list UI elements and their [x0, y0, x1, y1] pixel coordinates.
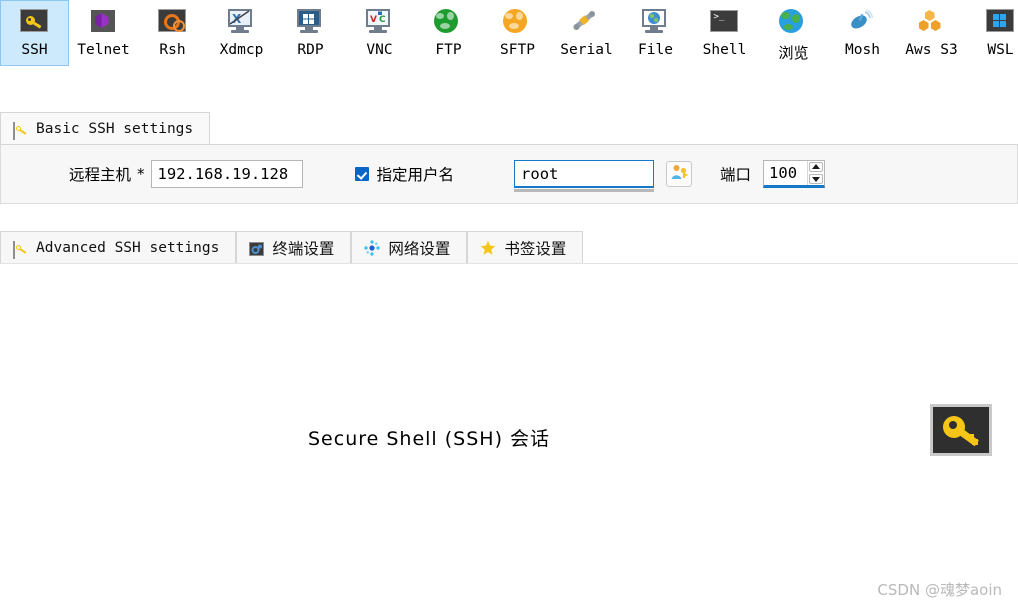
toolbar-item-label: WSL — [987, 42, 1014, 58]
toolbar-item-label: RDP — [297, 42, 324, 58]
key-icon — [13, 121, 28, 140]
star-icon — [480, 240, 496, 256]
toolbar-item-telnet[interactable]: Telnet — [69, 0, 138, 66]
toolbar-item-sftp[interactable]: SFTP — [483, 0, 552, 66]
toolbar-item-shell[interactable]: >_ Shell — [690, 0, 759, 66]
required-marker: * — [137, 165, 145, 183]
tab-label: Basic SSH settings — [36, 121, 194, 137]
toolbar-item-serial[interactable]: Serial — [552, 0, 621, 66]
satellite-icon — [848, 6, 878, 36]
orange-globe-icon — [502, 6, 533, 36]
network-dots-icon — [364, 240, 381, 256]
toolbar-item-label: VNC — [366, 42, 393, 58]
arrow-up-icon — [812, 164, 821, 169]
windows-monitor-icon — [296, 6, 326, 36]
tab-label: 网络设置 — [388, 240, 451, 258]
port-spinner-buttons — [807, 161, 824, 185]
toolbar-item-label: Aws S3 — [905, 42, 958, 58]
toolbar-item-label: 浏览 — [778, 44, 809, 62]
remote-host-input[interactable] — [150, 160, 303, 188]
toolbar-item-label: Rsh — [159, 42, 186, 58]
basic-ssh-settings-panel: 远程主机 * 指定用户名 端口 — [0, 144, 1018, 204]
wsl-windows-icon — [985, 6, 1016, 36]
tab-advanced-ssh-settings[interactable]: Advanced SSH settings — [0, 231, 237, 264]
toolbar-item-label: Xdmcp — [219, 42, 264, 58]
toolbar-item-label: SFTP — [500, 42, 535, 58]
tab-label: 终端设置 — [272, 240, 335, 258]
green-globe-icon — [433, 6, 464, 36]
monitor-x-icon: X — [227, 6, 257, 36]
port-increment-button[interactable] — [809, 162, 824, 172]
session-type-title: Secure Shell (SSH) 会话 — [308, 428, 551, 450]
cube-icon — [89, 6, 119, 36]
secondary-settings-tabstrip: Advanced SSH settings 终端设置 网络设置 书签设置 — [0, 230, 1018, 264]
toolbar-item-label: SSH — [21, 42, 48, 58]
port-input[interactable] — [764, 161, 808, 185]
toolbar-item-label: File — [638, 42, 673, 58]
key-icon — [13, 240, 28, 259]
svg-text:C: C — [379, 15, 386, 25]
basic-settings-tabstrip: Basic SSH settings — [0, 110, 1018, 145]
session-content-area: Secure Shell (SSH) 会话 — [0, 263, 1018, 582]
specify-username-checkbox-row[interactable]: 指定用户名 — [354, 163, 455, 185]
tab-basic-ssh-settings[interactable]: Basic SSH settings — [0, 112, 211, 145]
tab-label: Advanced SSH settings — [36, 240, 220, 256]
arrow-down-icon — [812, 177, 821, 182]
plug-icon — [572, 6, 602, 36]
connection-type-toolbar: SSH Telnet Rsh Xdmcp RDP V C VNC FTP SFT… — [0, 0, 1018, 68]
browse-globe-icon — [778, 6, 809, 36]
tab-terminal-settings[interactable]: 终端设置 — [236, 231, 352, 264]
input-shadow — [514, 189, 655, 192]
toolbar-item-label: Serial — [560, 42, 613, 58]
toolbar-item-browse[interactable]: 浏览 — [759, 0, 828, 66]
tab-label: 书签设置 — [504, 240, 567, 258]
toolbar-item-rdp[interactable]: RDP — [276, 0, 345, 66]
remote-host-label: 远程主机 — [69, 166, 132, 184]
key-icon — [19, 6, 50, 36]
port-decrement-button[interactable] — [809, 174, 824, 184]
terminal-gear-icon — [249, 241, 265, 256]
tab-bookmark-settings[interactable]: 书签设置 — [467, 231, 584, 264]
username-input[interactable] — [514, 160, 655, 188]
port-label: 端口 — [720, 166, 752, 184]
gears-icon — [157, 6, 188, 36]
toolbar-item-file[interactable]: File — [621, 0, 690, 66]
toolbar-item-label: Telnet — [77, 42, 130, 58]
select-user-credentials-button[interactable] — [666, 161, 693, 187]
tab-network-settings[interactable]: 网络设置 — [351, 231, 468, 264]
toolbar-item-label: Mosh — [845, 42, 880, 58]
watermark: CSDN @魂梦aoin — [877, 581, 1002, 599]
toolbar-item-vnc[interactable]: V C VNC — [345, 0, 414, 66]
toolbar-item-ssh[interactable]: SSH — [0, 0, 69, 66]
toolbar-item-xdmcp[interactable]: X Xdmcp — [207, 0, 276, 66]
port-spinner[interactable] — [763, 160, 826, 188]
terminal-icon: >_ — [709, 6, 740, 36]
toolbar-item-mosh[interactable]: Mosh — [828, 0, 897, 66]
specify-username-label: 指定用户名 — [376, 166, 455, 184]
toolbar-item-label: FTP — [435, 42, 462, 58]
vnc-monitor-icon: V C — [365, 6, 395, 36]
svg-text:V: V — [370, 15, 377, 25]
file-monitor-icon — [641, 6, 671, 36]
toolbar-item-ftp[interactable]: FTP — [414, 0, 483, 66]
big-key-icon — [930, 404, 992, 456]
toolbar-item-wsl[interactable]: WSL — [966, 0, 1018, 66]
user-key-icon — [670, 163, 688, 186]
aws-cubes-icon — [917, 6, 947, 36]
username-input-wrap — [514, 160, 655, 192]
specify-username-checkbox[interactable] — [354, 167, 369, 181]
toolbar-item-rsh[interactable]: Rsh — [138, 0, 207, 66]
toolbar-item-label: Shell — [702, 42, 747, 58]
toolbar-item-aws-s3[interactable]: Aws S3 — [897, 0, 966, 66]
